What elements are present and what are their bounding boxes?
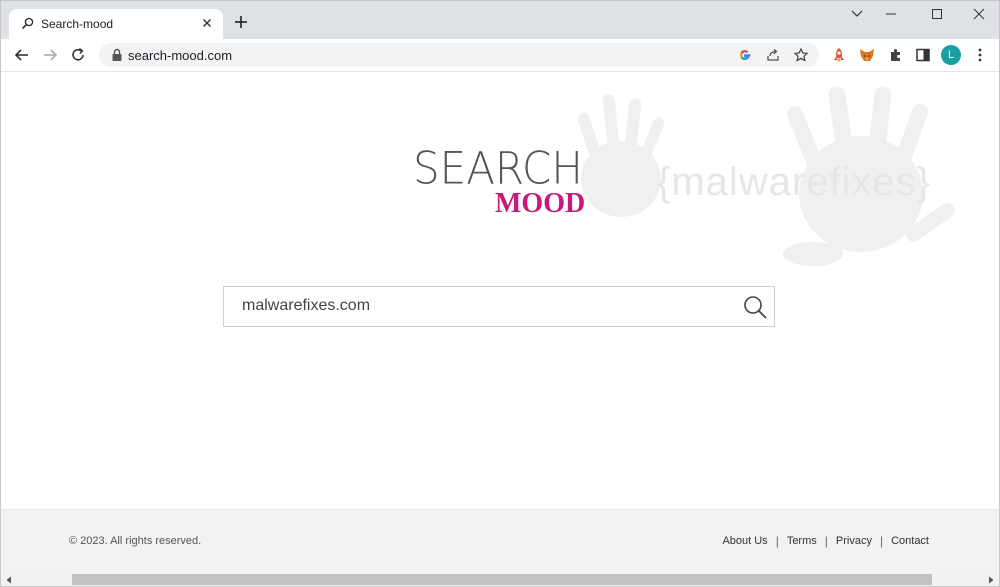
search-input-value: malwarefixes.com xyxy=(242,297,371,314)
search-input[interactable]: malwarefixes.com xyxy=(223,286,775,327)
google-icon[interactable] xyxy=(737,47,753,63)
avatar-initial: L xyxy=(947,49,955,61)
browser-window: Search-mood search-mood.com L {malwarefi… xyxy=(0,0,1000,587)
kebab-menu-icon[interactable] xyxy=(971,46,989,64)
logo-search-text: SEARCH xyxy=(413,142,583,195)
minimize-icon[interactable] xyxy=(881,6,901,22)
footer-link-contact[interactable]: Contact xyxy=(891,535,929,547)
footer-separator: | xyxy=(775,534,779,548)
forward-arrow-icon[interactable] xyxy=(41,46,59,64)
tab-strip: Search-mood xyxy=(1,1,999,39)
maximize-icon[interactable] xyxy=(927,6,947,22)
url-text: search-mood.com xyxy=(128,48,233,63)
address-bar[interactable]: search-mood.com xyxy=(99,43,819,67)
reload-icon[interactable] xyxy=(69,46,87,64)
star-icon[interactable] xyxy=(793,47,809,63)
window-close-icon[interactable] xyxy=(969,6,989,22)
footer-separator: | xyxy=(824,534,828,548)
tab-title: Search-mood xyxy=(41,17,114,31)
page-footer: © 2023. All rights reserved. About Us | … xyxy=(1,509,999,574)
page-content: {malwarefixes} SEARCH MOOD malwarefixes.… xyxy=(1,72,999,509)
tab-search-mood[interactable]: Search-mood xyxy=(9,9,223,39)
fox-extension-icon[interactable] xyxy=(858,46,876,64)
browser-toolbar: search-mood.com L xyxy=(1,39,999,72)
footer-link-privacy[interactable]: Privacy xyxy=(836,535,872,547)
search-icon xyxy=(22,17,34,29)
share-icon[interactable] xyxy=(765,47,781,63)
footer-link-about-us[interactable]: About Us xyxy=(722,535,767,547)
plus-icon[interactable] xyxy=(233,14,249,30)
footer-link-terms[interactable]: Terms xyxy=(787,535,817,547)
chevron-down-icon[interactable] xyxy=(847,6,867,22)
lock-icon[interactable] xyxy=(111,48,123,62)
scrollbar-thumb[interactable] xyxy=(72,574,932,585)
scroll-left-icon[interactable] xyxy=(4,575,14,585)
footer-links: About Us | Terms | Privacy | Contact xyxy=(722,534,929,548)
copyright-text: © 2023. All rights reserved. xyxy=(69,535,202,547)
scroll-right-icon[interactable] xyxy=(986,575,996,585)
logo-mood-text: MOOD xyxy=(495,188,586,219)
close-icon[interactable] xyxy=(199,15,215,31)
puzzle-icon[interactable] xyxy=(887,46,905,64)
side-panel-icon[interactable] xyxy=(914,46,932,64)
footer-separator: | xyxy=(879,534,884,548)
back-arrow-icon[interactable] xyxy=(13,46,31,64)
magnifier-icon[interactable] xyxy=(742,294,768,320)
rocket-extension-icon[interactable] xyxy=(830,46,848,64)
horizontal-scrollbar[interactable] xyxy=(1,573,999,586)
avatar[interactable]: L xyxy=(941,45,961,65)
watermark-text: {malwarefixes} xyxy=(657,160,932,204)
